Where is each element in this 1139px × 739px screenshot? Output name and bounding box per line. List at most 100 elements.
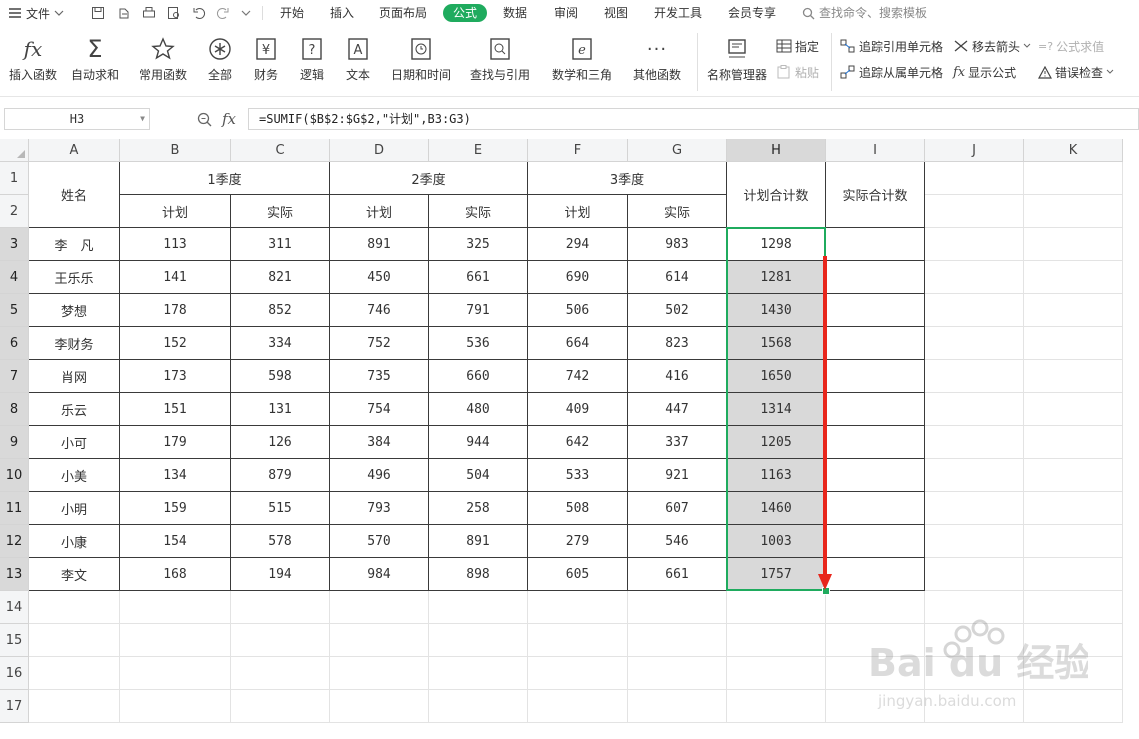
cell-empty[interactable]	[1024, 393, 1123, 426]
command-search[interactable]: 查找命令、搜索模板	[802, 4, 927, 22]
value-cell[interactable]: 384	[330, 426, 429, 459]
cell-empty[interactable]	[826, 657, 925, 690]
plan-total-cell[interactable]: 1298	[727, 228, 826, 261]
cell-empty[interactable]	[1024, 261, 1123, 294]
tab-view[interactable]: 视图	[598, 4, 634, 22]
value-cell[interactable]: 642	[528, 426, 628, 459]
value-cell[interactable]: 546	[628, 525, 727, 558]
print-preview-icon[interactable]	[166, 5, 182, 21]
value-cell[interactable]: 178	[120, 294, 231, 327]
value-cell[interactable]: 983	[628, 228, 727, 261]
cell-empty[interactable]	[528, 657, 628, 690]
cell-empty[interactable]	[120, 624, 231, 657]
common-functions-button[interactable]: 常用函数	[134, 36, 192, 92]
cell-empty[interactable]	[1024, 657, 1123, 690]
row-header-14[interactable]: 14	[0, 591, 29, 624]
cell-empty[interactable]	[727, 657, 826, 690]
row-header-12[interactable]: 12	[0, 525, 29, 558]
actual-subheader[interactable]: 实际	[628, 195, 727, 228]
actual-total-cell[interactable]	[826, 426, 925, 459]
cell-empty[interactable]	[925, 525, 1024, 558]
plan-total-cell[interactable]: 1650	[727, 360, 826, 393]
cell-empty[interactable]	[1024, 294, 1123, 327]
row-header-8[interactable]: 8	[0, 393, 29, 426]
cell-empty[interactable]	[429, 591, 528, 624]
value-cell[interactable]: 154	[120, 525, 231, 558]
value-cell[interactable]: 279	[528, 525, 628, 558]
file-menu[interactable]: 文件	[8, 4, 64, 22]
value-cell[interactable]: 450	[330, 261, 429, 294]
export-icon[interactable]	[116, 5, 132, 21]
column-header-b[interactable]: B	[120, 139, 231, 162]
value-cell[interactable]: 141	[120, 261, 231, 294]
value-cell[interactable]: 661	[628, 558, 727, 591]
value-cell[interactable]: 447	[628, 393, 727, 426]
actual-total-cell[interactable]	[826, 558, 925, 591]
row-header-11[interactable]: 11	[0, 492, 29, 525]
column-header-j[interactable]: J	[925, 139, 1024, 162]
value-cell[interactable]: 258	[429, 492, 528, 525]
value-cell[interactable]: 660	[429, 360, 528, 393]
column-header-c[interactable]: C	[231, 139, 330, 162]
value-cell[interactable]: 664	[528, 327, 628, 360]
cell-empty[interactable]	[330, 624, 429, 657]
autosum-button[interactable]: Σ 自动求和	[66, 35, 124, 92]
row-header-10[interactable]: 10	[0, 459, 29, 492]
tab-insert[interactable]: 插入	[322, 4, 362, 22]
cell-empty[interactable]	[727, 591, 826, 624]
cell-empty[interactable]	[29, 690, 120, 723]
actual-total-cell[interactable]	[826, 228, 925, 261]
column-header-g[interactable]: G	[628, 139, 727, 162]
name-cell[interactable]: 肖网	[29, 360, 120, 393]
value-cell[interactable]: 793	[330, 492, 429, 525]
spreadsheet-grid[interactable]: A B C D E F G H I J K 1 2 3 4 5 6 7 8 9 10 11 12 13 14 15 16 17 姓名 1季…	[0, 139, 1139, 739]
plan-total-cell[interactable]: 1003	[727, 525, 826, 558]
column-header-k[interactable]: K	[1024, 139, 1123, 162]
cell-empty[interactable]	[330, 690, 429, 723]
cell-empty[interactable]	[231, 624, 330, 657]
cell-empty[interactable]	[1024, 558, 1123, 591]
value-cell[interactable]: 168	[120, 558, 231, 591]
math-trig-button[interactable]: e 数学和三角	[544, 36, 620, 92]
row-header-4[interactable]: 4	[0, 261, 29, 294]
cell-empty[interactable]	[826, 624, 925, 657]
row-header-6[interactable]: 6	[0, 327, 29, 360]
cell-empty[interactable]	[925, 393, 1024, 426]
value-cell[interactable]: 879	[231, 459, 330, 492]
save-icon[interactable]	[90, 5, 106, 21]
plan-total-cell[interactable]: 1430	[727, 294, 826, 327]
value-cell[interactable]: 504	[429, 459, 528, 492]
value-cell[interactable]: 515	[231, 492, 330, 525]
cell-empty[interactable]	[826, 591, 925, 624]
actual-total-cell[interactable]	[826, 393, 925, 426]
cell-empty[interactable]	[1024, 195, 1123, 228]
name-cell[interactable]: 李财务	[29, 327, 120, 360]
cell-empty[interactable]	[628, 657, 727, 690]
value-cell[interactable]: 605	[528, 558, 628, 591]
value-cell[interactable]: 661	[429, 261, 528, 294]
row-header-9[interactable]: 9	[0, 426, 29, 459]
cell-empty[interactable]	[1024, 459, 1123, 492]
tab-data[interactable]: 数据	[497, 4, 533, 22]
value-cell[interactable]: 416	[628, 360, 727, 393]
logical-button[interactable]: ? 逻辑	[292, 36, 332, 92]
name-cell[interactable]: 梦想	[29, 294, 120, 327]
row-header-17[interactable]: 17	[0, 690, 29, 723]
row-header-16[interactable]: 16	[0, 657, 29, 690]
plan-total-cell[interactable]: 1460	[727, 492, 826, 525]
value-cell[interactable]: 409	[528, 393, 628, 426]
value-cell[interactable]: 690	[528, 261, 628, 294]
tab-developer[interactable]: 开发工具	[648, 4, 708, 22]
cell-empty[interactable]	[29, 657, 120, 690]
value-cell[interactable]: 334	[231, 327, 330, 360]
actual-subheader[interactable]: 实际	[231, 195, 330, 228]
value-cell[interactable]: 337	[628, 426, 727, 459]
cell-empty[interactable]	[1024, 690, 1123, 723]
quarter-header[interactable]: 2季度	[330, 162, 528, 195]
cell-empty[interactable]	[925, 195, 1024, 228]
value-cell[interactable]: 598	[231, 360, 330, 393]
cell-empty[interactable]	[925, 624, 1024, 657]
quarter-header[interactable]: 3季度	[528, 162, 727, 195]
value-cell[interactable]: 791	[429, 294, 528, 327]
column-header-e[interactable]: E	[429, 139, 528, 162]
